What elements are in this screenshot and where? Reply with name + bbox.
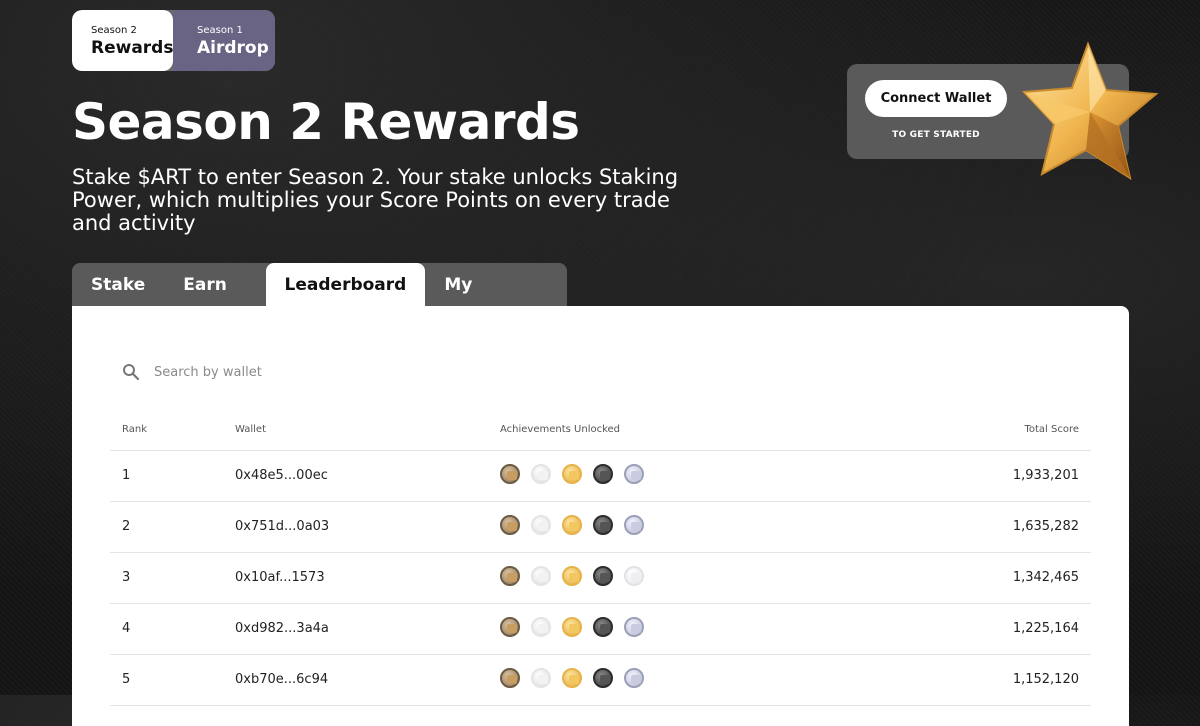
page-subtitle: Stake $ART to enter Season 2. Your stake… (72, 165, 679, 235)
tab-stake[interactable]: Stake (72, 263, 164, 307)
search-input[interactable] (154, 362, 454, 382)
gold-achievement-badge-icon (562, 566, 582, 586)
total-score-cell: 1,152,120 (1012, 672, 1079, 687)
tab-leaderboard[interactable]: Leaderboard (265, 263, 426, 307)
white-achievement-badge-icon (531, 668, 551, 688)
connect-wallet-subtext: TO GET STARTED (892, 130, 980, 140)
achievements-cell (500, 515, 644, 537)
silver-achievement-badge-icon (624, 515, 644, 535)
header-achievements: Achievements Unlocked (500, 424, 621, 435)
total-score-cell: 1,225,164 (1012, 621, 1079, 636)
rank-cell: 3 (122, 570, 131, 585)
rank-cell: 1 (122, 468, 131, 483)
tab-bar: Stake Earn Score Leaderboard My Dashboar… (72, 263, 567, 339)
season-2-rewards-tab[interactable]: Season 2 Rewards (72, 10, 173, 71)
achievements-cell (500, 668, 644, 690)
achievements-cell (500, 464, 644, 486)
search-bar (122, 362, 522, 382)
silver-achievement-badge-icon (624, 668, 644, 688)
bronze-achievement-badge-icon (500, 617, 520, 637)
wallet-cell: 0xd982...3a4a (235, 621, 329, 636)
gold-achievement-badge-icon (562, 668, 582, 688)
silver-achievement-badge-icon (624, 566, 644, 586)
dark-achievement-badge-icon (593, 566, 613, 586)
total-score-cell: 1,933,201 (1012, 468, 1079, 483)
rank-cell: 5 (122, 672, 131, 687)
white-achievement-badge-icon (531, 515, 551, 535)
season-2-small-label: Season 2 (91, 25, 137, 36)
gold-achievement-badge-icon (562, 617, 582, 637)
total-score-cell: 1,342,465 (1012, 570, 1079, 585)
dark-achievement-badge-icon (593, 617, 613, 637)
season-1-small-label: Season 1 (197, 25, 243, 36)
table-row[interactable]: 5 0xb70e...6c94 1,152,120 (110, 655, 1091, 706)
achievements-cell (500, 566, 644, 588)
white-achievement-badge-icon (531, 617, 551, 637)
dark-achievement-badge-icon (593, 668, 613, 688)
rank-cell: 2 (122, 519, 131, 534)
silver-achievement-badge-icon (624, 617, 644, 637)
wallet-cell: 0x48e5...00ec (235, 468, 328, 483)
tab-my-dashboard[interactable]: My Dashboard (425, 263, 567, 339)
season-1-big-label: Airdrop (197, 38, 269, 58)
total-score-cell: 1,635,282 (1012, 519, 1079, 534)
season-toggle: Season 2 Rewards Season 1 Airdrop (72, 10, 275, 71)
connect-wallet-button[interactable]: Connect Wallet (865, 80, 1007, 117)
page-title: Season 2 Rewards (72, 93, 580, 151)
search-icon (123, 364, 140, 381)
wallet-cell: 0xb70e...6c94 (235, 672, 329, 687)
achievements-cell (500, 617, 644, 639)
season-2-big-label: Rewards (91, 38, 174, 58)
bronze-achievement-badge-icon (500, 668, 520, 688)
tab-earn-score[interactable]: Earn Score (164, 263, 265, 339)
dark-achievement-badge-icon (593, 464, 613, 484)
bronze-achievement-badge-icon (500, 566, 520, 586)
table-row[interactable]: 2 0x751d...0a03 1,635,282 (110, 502, 1091, 553)
wallet-cell: 0x751d...0a03 (235, 519, 330, 534)
bronze-achievement-badge-icon (500, 464, 520, 484)
table-row[interactable]: 4 0xd982...3a4a 1,225,164 (110, 604, 1091, 655)
wallet-cell: 0x10af...1573 (235, 570, 325, 585)
leaderboard-panel: Rank Wallet Achievements Unlocked Total … (72, 306, 1129, 726)
gold-achievement-badge-icon (562, 515, 582, 535)
white-achievement-badge-icon (531, 566, 551, 586)
season-1-airdrop-tab[interactable]: Season 1 Airdrop (173, 10, 275, 71)
table-row[interactable]: 3 0x10af...1573 1,342,465 (110, 553, 1091, 604)
white-achievement-badge-icon (531, 464, 551, 484)
header-total-score: Total Score (1024, 424, 1079, 435)
dark-achievement-badge-icon (593, 515, 613, 535)
header-wallet: Wallet (235, 424, 267, 435)
star-icon (1021, 41, 1159, 181)
gold-achievement-badge-icon (562, 464, 582, 484)
silver-achievement-badge-icon (624, 464, 644, 484)
table-row[interactable]: 1 0x48e5...00ec 1,933,201 (110, 451, 1091, 502)
header-rank: Rank (122, 424, 147, 435)
bronze-achievement-badge-icon (500, 515, 520, 535)
rank-cell: 4 (122, 621, 131, 636)
table-header: Rank Wallet Achievements Unlocked Total … (110, 424, 1091, 451)
